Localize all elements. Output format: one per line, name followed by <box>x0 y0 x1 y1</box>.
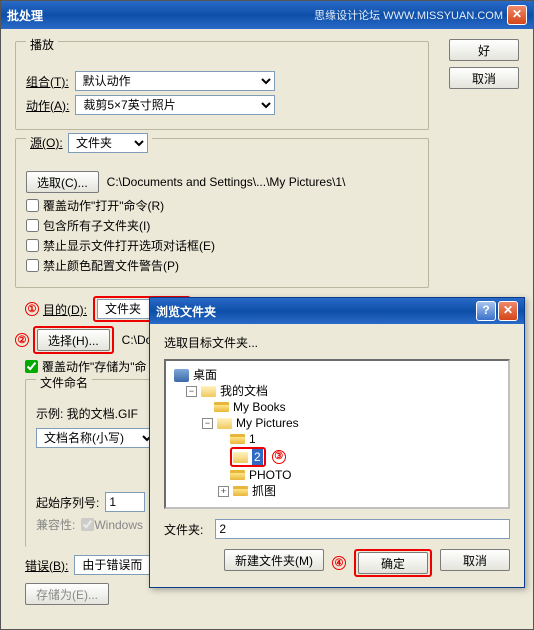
desktop-icon <box>174 369 189 382</box>
selected-highlight: 2 <box>230 447 266 467</box>
dest-choose-button[interactable]: 选择(H)... <box>37 329 110 351</box>
folder-label: 文件夹: <box>164 521 203 538</box>
browse-dialog: 浏览文件夹 ? ✕ 选取目标文件夹... 桌面 −我的文档 My Books −… <box>149 297 525 588</box>
browse-cancel-button[interactable]: 取消 <box>440 549 510 571</box>
filename-token-select[interactable]: 文档名称(小写) <box>36 428 156 448</box>
set-select[interactable]: 默认动作 <box>75 71 275 91</box>
expand-icon[interactable]: + <box>218 486 229 497</box>
choose-highlight: 选择(H)... <box>33 326 114 354</box>
source-select[interactable]: 文件夹 <box>68 133 148 153</box>
folder-input[interactable] <box>215 519 510 539</box>
annotation-3: ③ <box>272 450 286 464</box>
cancel-button[interactable]: 取消 <box>449 67 519 89</box>
playback-group: 播放 组合(T): 默认动作 动作(A): 裁剪5×7英寸照片 <box>15 41 429 130</box>
startseq-input[interactable] <box>105 492 145 512</box>
browse-ok-button[interactable]: 确定 <box>358 552 428 574</box>
chk-override-save[interactable] <box>25 360 38 373</box>
folder-icon <box>217 418 232 429</box>
source-choose-button[interactable]: 选取(C)... <box>26 171 99 193</box>
browse-close-icon[interactable]: ✕ <box>498 301 518 321</box>
window-title: 批处理 <box>7 7 314 24</box>
playback-legend: 播放 <box>26 36 58 53</box>
ok-highlight: 确定 <box>354 549 432 577</box>
folder-icon <box>230 470 245 480</box>
annotation-1: ① <box>25 302 39 316</box>
folder-tree[interactable]: 桌面 −我的文档 My Books −My Pictures 1 2 ③ PHO… <box>164 359 510 509</box>
folder-icon <box>201 386 216 397</box>
selected-folder[interactable]: 2 <box>252 449 263 465</box>
annotation-4: ④ <box>332 556 346 570</box>
chk-suppress-color[interactable] <box>26 259 39 272</box>
dest-label: 目的(D): <box>43 301 87 318</box>
dest-path: C:\Do <box>122 333 153 347</box>
set-label: 组合(T): <box>26 73 69 90</box>
source-legend: 源(O): 文件夹 <box>26 133 152 153</box>
chk-override-open[interactable] <box>26 199 39 212</box>
browse-prompt: 选取目标文件夹... <box>164 334 510 351</box>
browse-title: 浏览文件夹 <box>156 303 476 320</box>
folder-icon <box>233 452 248 463</box>
help-icon[interactable]: ? <box>476 301 496 321</box>
compat-label: 兼容性: <box>36 516 75 533</box>
folder-icon <box>233 486 248 496</box>
main-titlebar: 批处理 思缘设计论坛 WWW.MISSYUAN.COM ✕ <box>1 1 533 29</box>
action-select[interactable]: 裁剪5×7英寸照片 <box>75 95 275 115</box>
collapse-icon[interactable]: − <box>186 386 197 397</box>
source-path: C:\Documents and Settings\...\My Picture… <box>107 175 346 189</box>
collapse-icon[interactable]: − <box>202 418 213 429</box>
compat-windows-chk <box>81 518 94 531</box>
source-group: 源(O): 文件夹 选取(C)... C:\Documents and Sett… <box>15 138 429 288</box>
saveas-button: 存储为(E)... <box>25 583 109 605</box>
folder-icon <box>230 434 245 444</box>
errors-label: 错误(B): <box>25 557 68 574</box>
chk-subfolders[interactable] <box>26 219 39 232</box>
annotation-2: ② <box>15 333 29 347</box>
close-icon[interactable]: ✕ <box>507 5 527 25</box>
naming-legend: 文件命名 <box>36 374 92 391</box>
example-text: 示例: 我的文档.GIF <box>36 405 165 422</box>
folder-icon <box>214 402 229 412</box>
startseq-label: 起始序列号: <box>36 494 99 511</box>
chk-suppress-open[interactable] <box>26 239 39 252</box>
new-folder-button[interactable]: 新建文件夹(M) <box>224 549 324 571</box>
watermark-text: 思缘设计论坛 WWW.MISSYUAN.COM <box>314 7 503 23</box>
action-label: 动作(A): <box>26 97 69 114</box>
ok-button[interactable]: 好 <box>449 39 519 61</box>
